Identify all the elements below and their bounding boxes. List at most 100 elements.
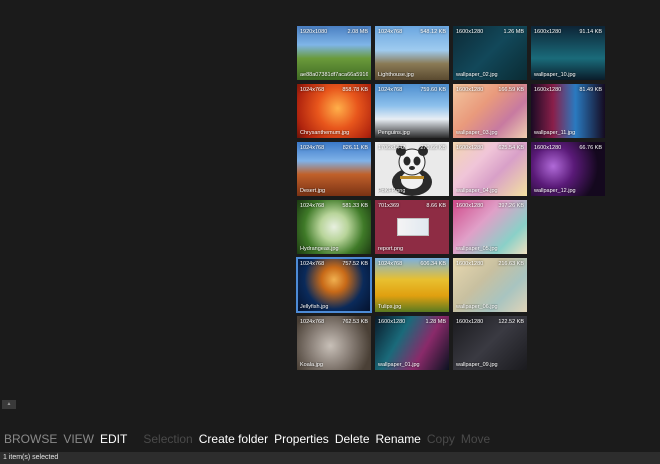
tile-filesize: 122.52 KB bbox=[498, 319, 524, 325]
tile-filesize: 548.12 KB bbox=[420, 29, 446, 35]
thumbnail-tile[interactable]: 1024x768 762.53 KB Koala.jpg bbox=[297, 316, 371, 370]
tile-dimensions: 1600x1280 bbox=[378, 319, 406, 325]
tile-dimensions: 1024x768 bbox=[300, 319, 325, 325]
tile-filesize: 216.63 KB bbox=[498, 261, 524, 267]
thumbnail-tile[interactable]: 701x369 8.66 KB report.png bbox=[375, 200, 449, 254]
move-button[interactable]: Move bbox=[460, 432, 491, 446]
tile-filesize: 270.66 KB bbox=[420, 145, 446, 151]
tile-filename: report.png bbox=[378, 246, 404, 252]
delete-button[interactable]: Delete bbox=[334, 432, 371, 446]
tile-filesize: 2.08 MB bbox=[347, 29, 368, 35]
tile-dimensions: 1600x1280 bbox=[456, 261, 484, 267]
tile-filesize: 1.28 MB bbox=[425, 319, 446, 325]
thumbnail-tile[interactable]: 1600x1280 66.76 KB wallpaper_12.jpg bbox=[531, 142, 605, 196]
command-bar: BROWSE VIEW EDIT Selection Create folder… bbox=[0, 430, 660, 448]
tile-filesize: 166.59 KB bbox=[498, 87, 524, 93]
tile-filesize: 762.53 KB bbox=[342, 319, 368, 325]
tile-filename: wallpaper_09.jpg bbox=[456, 362, 498, 368]
tile-filename: PoKFP.png bbox=[378, 188, 406, 194]
tile-filesize: 1.26 MB bbox=[503, 29, 524, 35]
tile-filename: Penguins.jpg bbox=[378, 130, 410, 136]
thumbnail-tile[interactable]: 1706x1442 270.66 KB PoKFP.png bbox=[375, 142, 449, 196]
tile-filesize: 606.34 KB bbox=[420, 261, 446, 267]
tile-filename: wallpaper_11.jpg bbox=[534, 130, 576, 136]
copy-button[interactable]: Copy bbox=[426, 432, 456, 446]
thumbnail-tile[interactable]: 1024x768 826.11 KB Desert.jpg bbox=[297, 142, 371, 196]
thumbnail-tile[interactable]: 1600x1280 216.63 KB wallpaper_06.jpg bbox=[453, 258, 527, 312]
tile-dimensions: 1600x1280 bbox=[534, 145, 562, 151]
tile-filename: wallpaper_06.jpg bbox=[456, 304, 498, 310]
tile-filesize: 8.66 KB bbox=[426, 203, 446, 209]
thumbnail-tile[interactable]: 1920x1080 2.08 MB ae88a07381df7aca66a591… bbox=[297, 26, 371, 80]
thumbnail-tile[interactable]: 1600x1280 1.28 MB wallpaper_01.jpg bbox=[375, 316, 449, 370]
thumbnail-tile[interactable]: 1600x1280 166.59 KB wallpaper_03.jpg bbox=[453, 84, 527, 138]
tile-filename: Koala.jpg bbox=[300, 362, 323, 368]
thumbnail-tile[interactable]: 1600x1280 625.54 KB wallpaper_04.jpg bbox=[453, 142, 527, 196]
tile-filename: Chrysanthemum.jpg bbox=[300, 130, 350, 136]
tile-filesize: 581.33 KB bbox=[342, 203, 368, 209]
tile-filename: wallpaper_03.jpg bbox=[456, 130, 498, 136]
tile-filename: Hydrangeas.jpg bbox=[300, 246, 339, 252]
tile-filename: wallpaper_10.jpg bbox=[534, 72, 576, 78]
tile-filename: wallpaper_05.jpg bbox=[456, 246, 498, 252]
tile-filesize: 826.11 KB bbox=[342, 145, 368, 151]
thumbnail-tile[interactable]: 1024x768 548.12 KB Lighthouse.jpg bbox=[375, 26, 449, 80]
tile-filesize: 66.76 KB bbox=[579, 145, 602, 151]
tile-dimensions: 1600x1280 bbox=[456, 145, 484, 151]
tile-dimensions: 1600x1280 bbox=[456, 29, 484, 35]
tab-edit[interactable]: EDIT bbox=[99, 432, 128, 446]
tile-dimensions: 1920x1080 bbox=[300, 29, 328, 35]
properties-button[interactable]: Properties bbox=[273, 432, 330, 446]
tile-filename: Desert.jpg bbox=[300, 188, 326, 194]
collapse-button[interactable]: ▲ bbox=[2, 400, 16, 409]
thumbnail-tile[interactable]: 1024x768 858.78 KB Chrysanthemum.jpg bbox=[297, 84, 371, 138]
tab-view[interactable]: VIEW bbox=[62, 432, 95, 446]
thumbnail-tile-selected[interactable]: 1024x768 757.52 KB Jellyfish.jpg bbox=[296, 257, 372, 313]
tile-dimensions: 1024x768 bbox=[300, 261, 325, 267]
tile-dimensions: 1024x768 bbox=[378, 261, 403, 267]
thumbnail-tile[interactable]: 1024x768 606.34 KB Tulips.jpg bbox=[375, 258, 449, 312]
thumbnail-tile[interactable]: 1600x1280 81.49 KB wallpaper_11.jpg bbox=[531, 84, 605, 138]
rename-button[interactable]: Rename bbox=[375, 432, 422, 446]
tile-filename: Lighthouse.jpg bbox=[378, 72, 414, 78]
tile-filename: wallpaper_04.jpg bbox=[456, 188, 498, 194]
thumbnail-grid: 1920x1080 2.08 MB ae88a07381df7aca66a591… bbox=[296, 26, 605, 374]
tile-filename: Jellyfish.jpg bbox=[300, 304, 329, 310]
tile-dimensions: 1600x1280 bbox=[534, 87, 562, 93]
tile-dimensions: 1706x1442 bbox=[378, 145, 406, 151]
tile-filesize: 759.60 KB bbox=[420, 87, 446, 93]
tab-browse[interactable]: BROWSE bbox=[3, 432, 58, 446]
tile-dimensions: 1600x1280 bbox=[534, 29, 562, 35]
chevron-up-icon: ▲ bbox=[6, 401, 12, 407]
selection-button[interactable]: Selection bbox=[142, 432, 193, 446]
status-bar: 1 item(s) selected bbox=[0, 452, 660, 464]
selection-status: 1 item(s) selected bbox=[3, 454, 59, 461]
tile-dimensions: 1600x1280 bbox=[456, 319, 484, 325]
tile-dimensions: 701x369 bbox=[378, 203, 400, 209]
tile-filesize: 858.78 KB bbox=[342, 87, 368, 93]
thumbnail-tile[interactable]: 1024x768 759.60 KB Penguins.jpg bbox=[375, 84, 449, 138]
tile-filename: ae88a07381df7aca66a5916... bbox=[300, 72, 368, 78]
tile-filename: wallpaper_12.jpg bbox=[534, 188, 576, 194]
thumbnail-tile[interactable]: 1600x1280 1.26 MB wallpaper_02.jpg bbox=[453, 26, 527, 80]
tile-filesize: 91.14 KB bbox=[579, 29, 602, 35]
tile-filename: wallpaper_02.jpg bbox=[456, 72, 498, 78]
tile-filesize: 757.52 KB bbox=[342, 261, 368, 267]
tile-filesize: 625.54 KB bbox=[498, 145, 524, 151]
tile-dimensions: 1024x768 bbox=[300, 87, 325, 93]
create-folder-button[interactable]: Create folder bbox=[198, 432, 269, 446]
report-preview bbox=[397, 218, 429, 236]
tile-dimensions: 1024x768 bbox=[378, 87, 403, 93]
tile-dimensions: 1024x768 bbox=[378, 29, 403, 35]
tile-filesize: 397.26 KB bbox=[498, 203, 524, 209]
tile-dimensions: 1600x1280 bbox=[456, 87, 484, 93]
tile-dimensions: 1024x768 bbox=[300, 145, 325, 151]
tile-filename: Tulips.jpg bbox=[378, 304, 402, 310]
tile-filename: wallpaper_01.jpg bbox=[378, 362, 420, 368]
thumbnail-tile[interactable]: 1024x768 581.33 KB Hydrangeas.jpg bbox=[297, 200, 371, 254]
thumbnail-tile[interactable]: 1600x1280 122.52 KB wallpaper_09.jpg bbox=[453, 316, 527, 370]
tile-dimensions: 1024x768 bbox=[300, 203, 325, 209]
thumbnail-tile[interactable]: 1600x1280 397.26 KB wallpaper_05.jpg bbox=[453, 200, 527, 254]
tile-filesize: 81.49 KB bbox=[579, 87, 602, 93]
thumbnail-tile[interactable]: 1600x1280 91.14 KB wallpaper_10.jpg bbox=[531, 26, 605, 80]
